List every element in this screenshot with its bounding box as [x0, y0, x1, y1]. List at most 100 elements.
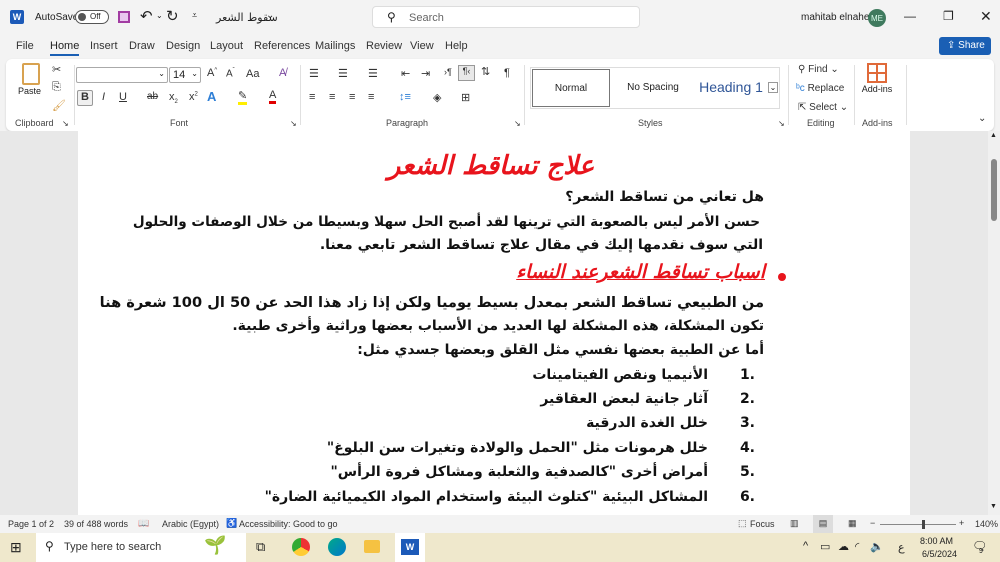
user-name[interactable]: mahitab elnahel — [801, 12, 872, 23]
replace-button[interactable]: ᵇc Replace — [796, 83, 844, 94]
paste-button[interactable]: Paste — [18, 63, 48, 103]
close-button[interactable]: ✕ — [980, 8, 992, 25]
zoom-in-button[interactable]: + — [959, 518, 964, 528]
decrease-indent-icon[interactable]: ⇤ — [401, 67, 410, 80]
increase-indent-icon[interactable]: ⇥ — [421, 67, 430, 80]
tab-insert[interactable]: Insert — [90, 40, 118, 52]
highlight-icon[interactable]: ✎ — [238, 89, 248, 105]
edge-icon[interactable] — [328, 538, 346, 556]
sort-icon[interactable]: ⇅ — [481, 65, 490, 78]
vertical-scrollbar[interactable]: ▲ ▼ — [988, 131, 1000, 515]
tab-layout[interactable]: Layout — [210, 40, 243, 52]
undo-icon[interactable]: ↶ — [140, 7, 153, 25]
clear-formatting-icon[interactable]: A̸ — [279, 67, 286, 79]
styles-scroll-down[interactable]: ⌄ — [768, 82, 778, 93]
tab-references[interactable]: References — [254, 40, 310, 52]
justify-icon[interactable]: ≡ — [368, 91, 374, 103]
align-center-icon[interactable]: ≡ — [329, 91, 335, 103]
style-normal[interactable]: Normal — [532, 69, 610, 107]
focus-button[interactable]: Focus — [750, 519, 775, 529]
customize-toolbar-icon[interactable]: ⩡ — [192, 10, 197, 21]
style-no-spacing[interactable]: No Spacing — [613, 82, 693, 93]
font-launcher-icon[interactable]: ↘ — [290, 119, 297, 128]
paragraph-launcher-icon[interactable]: ↘ — [514, 119, 521, 128]
strikethrough-button[interactable]: ab — [147, 91, 158, 102]
multilevel-list-icon[interactable]: ☰ — [368, 67, 378, 80]
font-name-select[interactable]: ⌄ — [76, 67, 168, 83]
page-count[interactable]: Page 1 of 2 — [8, 519, 54, 529]
superscript-button[interactable]: x2 — [189, 91, 198, 103]
grow-font-icon[interactable]: A^ — [207, 67, 217, 79]
redo-icon[interactable]: ↻ — [166, 7, 179, 25]
file-explorer-icon[interactable] — [364, 540, 380, 553]
language[interactable]: Arabic (Egypt) — [162, 519, 219, 529]
tab-mailings[interactable]: Mailings — [315, 40, 355, 52]
subscript-button[interactable]: x2 — [169, 91, 178, 105]
chrome-icon[interactable] — [292, 538, 310, 556]
numbering-icon[interactable]: ☰ — [338, 67, 348, 80]
clock-date[interactable]: 6/5/2024 — [922, 549, 957, 559]
web-layout-icon[interactable]: ▦ — [848, 518, 857, 529]
ltr-icon[interactable]: ›¶ — [444, 67, 452, 77]
tab-home[interactable]: Home — [50, 40, 80, 56]
print-layout-icon[interactable]: ▤ — [813, 515, 833, 533]
share-button[interactable]: ⇪ Share — [939, 37, 991, 55]
undo-dropdown-icon[interactable]: ⌄ — [156, 11, 163, 20]
tab-view[interactable]: View — [410, 40, 434, 52]
volume-icon[interactable]: 🔈 — [870, 540, 884, 553]
windows-start-icon[interactable]: ⊞ — [10, 539, 22, 556]
tab-design[interactable]: Design — [166, 40, 200, 52]
clipboard-launcher-icon[interactable]: ↘ — [62, 119, 69, 128]
italic-button[interactable]: I — [102, 91, 105, 103]
clock-time[interactable]: 8:00 AM — [920, 536, 953, 546]
word-count[interactable]: 39 of 488 words — [64, 519, 128, 529]
bullets-icon[interactable]: ☰ — [309, 67, 319, 80]
zoom-slider-thumb[interactable] — [921, 520, 925, 529]
tab-draw[interactable]: Draw — [129, 40, 155, 52]
show-hidden-icons[interactable]: ^ — [803, 540, 808, 552]
show-marks-icon[interactable]: ¶ — [504, 67, 510, 79]
task-view-icon[interactable]: ⧉ — [256, 539, 265, 555]
zoom-out-button[interactable]: − — [870, 518, 875, 528]
copy-icon[interactable]: ⎘ — [52, 81, 61, 94]
shading-icon[interactable]: ◈ — [433, 91, 441, 104]
minimize-button[interactable]: — — [904, 9, 916, 23]
shrink-font-icon[interactable]: Aˇ — [226, 68, 235, 79]
cut-icon[interactable]: ✂ — [52, 63, 61, 76]
format-painter-icon[interactable]: 🖌 — [52, 99, 66, 112]
user-avatar[interactable]: ME — [868, 9, 886, 27]
underline-button[interactable]: U — [119, 91, 127, 103]
align-left-icon[interactable]: ≡ — [309, 91, 315, 103]
restore-button[interactable]: ❐ — [943, 9, 954, 23]
scrollbar-thumb[interactable] — [991, 159, 997, 221]
search-box[interactable]: ⚲ Search — [372, 6, 640, 28]
bold-button[interactable]: B — [77, 90, 93, 106]
style-heading-1[interactable]: Heading 1 — [695, 79, 767, 95]
taskbar-search[interactable]: ⚲ Type here to search 🌱 — [36, 533, 246, 562]
document-page[interactable]: علاج تساقط الشعر هل تعاني من تساقط الشعر… — [78, 131, 910, 515]
select-button[interactable]: ⇱ Select ⌄ — [798, 102, 848, 113]
word-taskbar-icon[interactable]: W — [395, 533, 425, 562]
text-effects-icon[interactable]: A — [207, 89, 216, 104]
font-size-select[interactable]: 14 ⌄ — [169, 67, 201, 83]
autosave-toggle[interactable]: Off — [75, 10, 109, 24]
collapse-ribbon-icon[interactable]: ⌄ — [978, 113, 986, 124]
proofing-icon[interactable]: 📖 — [138, 518, 149, 529]
addins-button[interactable]: Add-ins — [861, 63, 893, 95]
input-language[interactable]: ع — [898, 541, 905, 554]
accessibility-status[interactable]: Accessibility: Good to go — [239, 519, 338, 529]
borders-icon[interactable]: ⊞ — [461, 91, 470, 104]
title-dropdown-icon[interactable]: ⌄ — [266, 10, 274, 21]
zoom-slider[interactable] — [880, 520, 956, 529]
find-button[interactable]: ⚲ Find ⌄ — [798, 64, 839, 75]
styles-launcher-icon[interactable]: ↘ — [778, 119, 785, 128]
line-spacing-icon[interactable]: ↕≡ — [399, 91, 411, 103]
tab-review[interactable]: Review — [366, 40, 402, 52]
font-color-icon[interactable]: A — [269, 89, 277, 104]
save-icon[interactable] — [118, 11, 130, 23]
tab-file[interactable]: File — [16, 40, 34, 52]
align-right-icon[interactable]: ≡ — [349, 91, 355, 103]
tab-help[interactable]: Help — [445, 40, 468, 52]
zoom-level[interactable]: 140% — [975, 519, 998, 529]
rtl-icon[interactable]: ¶‹ — [458, 65, 475, 81]
